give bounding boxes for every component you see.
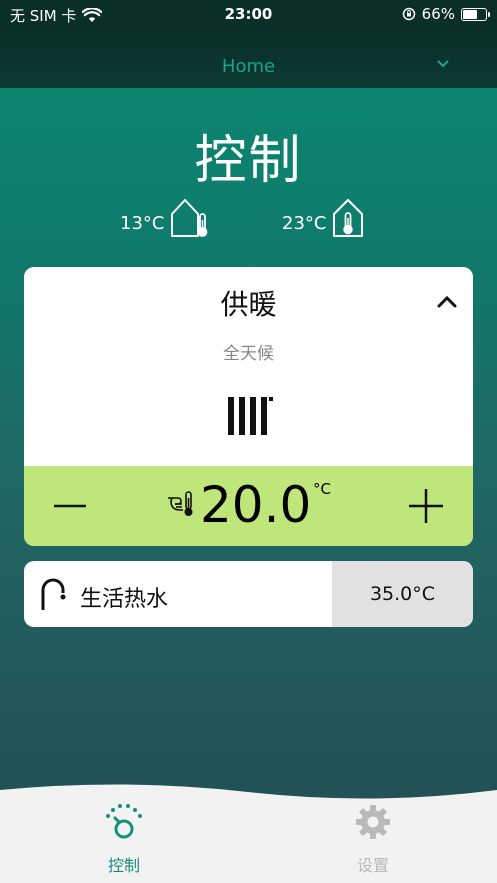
battery-fill xyxy=(463,9,477,19)
heating-card: 供暖 全天候 20.0 °C xyxy=(24,267,473,546)
gear-icon xyxy=(356,805,390,839)
indoor-temp: 23°C xyxy=(282,198,366,238)
wifi-icon xyxy=(82,8,103,22)
chevron-down-icon[interactable] xyxy=(437,60,449,68)
battery-icon xyxy=(461,7,490,21)
outdoor-house-thermometer-icon xyxy=(171,199,208,237)
hot-water-temp[interactable]: 35.0°C xyxy=(332,561,473,627)
chevron-up-icon[interactable] xyxy=(435,291,459,311)
setpoint-value: 20.0 xyxy=(200,476,312,534)
hot-water-label: 生活热水 xyxy=(80,587,169,612)
outdoor-temp-value: 13°C xyxy=(120,213,165,234)
heating-mode[interactable]: 全天候 xyxy=(24,339,473,364)
orientation-lock-icon xyxy=(402,7,415,21)
heating-title: 供暖 xyxy=(220,288,277,321)
outdoor-temp: 13°C xyxy=(120,198,212,238)
page-title: 控制 xyxy=(194,131,303,191)
decrease-button[interactable] xyxy=(52,490,88,522)
status-right: 66% xyxy=(402,5,490,23)
radiator-icon xyxy=(228,397,273,435)
tab-settings-label: 设置 xyxy=(356,856,389,875)
battery-percent: 66% xyxy=(421,5,455,23)
carrier-group: 无 SIM 卡 xyxy=(10,5,103,26)
screen: 无 SIM 卡 23:00 66% Home 控制 13°C 23°C 供暖 全… xyxy=(0,0,497,883)
carrier-label: 无 SIM 卡 xyxy=(10,7,77,25)
indoor-house-thermometer-icon xyxy=(333,199,364,237)
indoor-temp-value: 23°C xyxy=(282,213,327,234)
tab-control[interactable]: 控制 xyxy=(54,802,194,876)
setpoint-bar: 20.0 °C xyxy=(24,466,473,546)
home-selector-bar[interactable]: Home xyxy=(0,30,497,88)
status-bar: 无 SIM 卡 23:00 66% xyxy=(0,0,497,30)
increase-button[interactable] xyxy=(407,486,445,526)
tab-settings[interactable]: 设置 xyxy=(303,802,443,876)
control-icon xyxy=(106,804,142,839)
hot-water-card[interactable]: 生活热水 35.0°C xyxy=(24,561,473,627)
setpoint-unit: °C xyxy=(313,480,331,498)
manual-override-hand-icon xyxy=(168,491,193,516)
faucet-icon xyxy=(41,578,66,610)
home-selector-label[interactable]: Home xyxy=(0,56,497,77)
tab-bar: 控制 设置 xyxy=(0,780,497,883)
hot-water-temp-value: 35.0°C xyxy=(369,583,436,605)
tab-control-label: 控制 xyxy=(107,856,140,875)
